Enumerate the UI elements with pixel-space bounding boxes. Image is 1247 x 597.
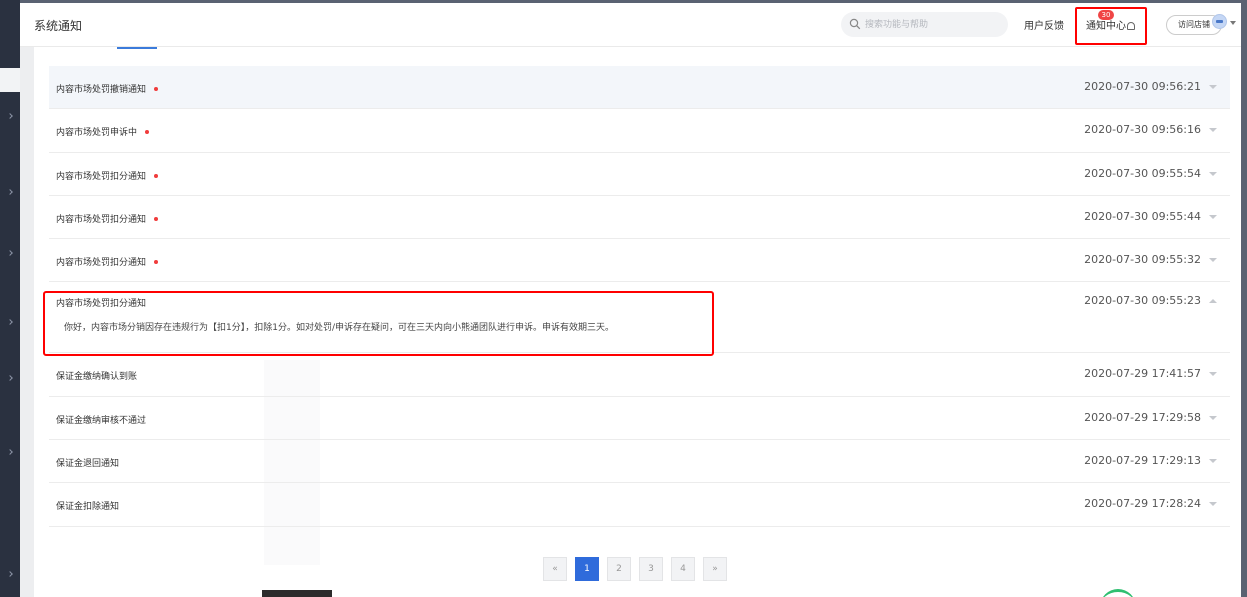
notification-title: 保证金退回通知 [56, 459, 120, 470]
sidebar-chevron-icon[interactable] [7, 250, 13, 256]
notification-row[interactable]: 内容市场处罚扣分通知 2020-07-30 09:55:54 [49, 153, 1230, 196]
notification-title-wrap: 内容市场处罚申诉中 [56, 125, 150, 139]
notification-title: 内容市场处罚扣分通知 [56, 258, 147, 269]
notification-title: 保证金缴纳审核不通过 [56, 415, 147, 426]
notification-time: 2020-07-30 09:55:32 [1084, 253, 1201, 267]
notification-title: 保证金缴纳确认到账 [56, 372, 138, 383]
notification-title: 内容市场处罚扣分通知 [56, 171, 147, 182]
chevron-down-icon[interactable] [1209, 459, 1217, 464]
notification-time: 2020-07-29 17:28:24 [1084, 497, 1201, 511]
notification-row[interactable]: 保证金缴纳审核不通过 2020-07-29 17:29:58 [49, 397, 1230, 441]
notification-time: 2020-07-29 17:29:58 [1084, 410, 1201, 424]
chevron-down-icon[interactable] [1209, 372, 1217, 377]
chevron-down-icon[interactable] [1209, 85, 1217, 89]
notification-time: 2020-07-29 17:41:57 [1084, 367, 1201, 381]
notification-time: 2020-07-30 09:56:16 [1084, 123, 1201, 137]
chevron-down-icon[interactable] [1209, 258, 1217, 263]
notification-title: 保证金扣除通知 [56, 502, 120, 513]
highlight-box-notification-center [1075, 7, 1147, 45]
chevron-down-icon[interactable] [1209, 214, 1217, 219]
sidebar-chevron-icon[interactable] [7, 449, 13, 455]
unread-dot-icon [154, 260, 159, 265]
notification-row[interactable]: 内容市场处罚扣分通知 2020-07-30 09:55:44 [49, 196, 1230, 240]
page-button-1[interactable]: 1 [575, 557, 599, 581]
page-button-2[interactable]: 2 [607, 557, 631, 581]
notification-time: 2020-07-29 17:29:13 [1084, 454, 1201, 468]
page-button-4[interactable]: 4 [671, 557, 695, 581]
sidebar-chevron-icon[interactable] [7, 571, 13, 577]
chevron-down-icon[interactable] [1209, 171, 1217, 176]
chevron-down-icon[interactable] [1209, 415, 1217, 420]
page-button-3[interactable]: 3 [639, 557, 663, 581]
notification-title: 内容市场处罚申诉中 [56, 128, 138, 139]
sidebar-chevron-icon[interactable] [7, 319, 13, 325]
sidebar [0, 0, 20, 597]
notification-time: 2020-07-30 09:55:54 [1084, 166, 1201, 180]
active-tab-indicator [117, 47, 157, 49]
sidebar-active-item[interactable] [0, 68, 20, 92]
search-input[interactable] [865, 15, 1001, 34]
notification-title-wrap: 内容市场处罚扣分通知 [56, 212, 159, 225]
notification-title-wrap: 内容市场处罚撤销通知 [56, 82, 159, 95]
unread-dot-icon [145, 130, 150, 135]
background-fragment [262, 590, 332, 597]
chevron-down-icon[interactable] [1209, 128, 1217, 133]
notification-row[interactable]: 内容市场处罚撤销通知 2020-07-30 09:56:21 [49, 66, 1230, 110]
notification-row[interactable]: 保证金扣除通知 2020-07-29 17:28:24 [49, 483, 1230, 527]
prev-page-button[interactable]: « [543, 557, 567, 581]
sidebar-chevron-icon[interactable] [7, 375, 13, 381]
search-icon [849, 18, 861, 30]
notification-title: 内容市场处罚撤销通知 [56, 85, 147, 95]
page-title: 系统通知 [34, 19, 83, 33]
unread-dot-icon [154, 87, 159, 91]
next-page-button[interactable]: » [703, 557, 727, 581]
chevron-down-icon[interactable] [1209, 502, 1217, 507]
notification-row[interactable]: 内容市场处罚扣分通知 2020-07-30 09:55:32 [49, 239, 1230, 283]
highlight-box-expanded-notification [43, 291, 714, 356]
window-right-border [1241, 0, 1247, 597]
notification-title: 内容市场处罚扣分通知 [56, 214, 147, 225]
user-feedback-link[interactable]: 用户反馈 [1024, 17, 1064, 32]
top-header: 系统通知 用户反馈 通知中心 30 访问店铺 [20, 3, 1241, 47]
chevron-up-icon[interactable] [1209, 299, 1217, 304]
notification-title-wrap: 内容市场处罚扣分通知 [56, 169, 159, 182]
unread-dot-icon [154, 216, 159, 221]
notification-title-wrap: 内容市场处罚扣分通知 [56, 255, 159, 269]
notification-time: 2020-07-30 09:55:44 [1084, 209, 1201, 223]
notification-row[interactable]: 保证金缴纳确认到账 2020-07-29 17:41:57 [49, 353, 1230, 397]
sidebar-chevron-icon[interactable] [7, 189, 13, 195]
chevron-down-icon[interactable] [1230, 21, 1236, 25]
notification-time: 2020-07-30 09:55:23 [1084, 294, 1201, 308]
sidebar-chevron-icon[interactable] [7, 113, 13, 119]
notification-time: 2020-07-30 09:56:21 [1084, 80, 1201, 93]
notification-row[interactable]: 内容市场处罚申诉中 2020-07-30 09:56:16 [49, 109, 1230, 153]
search-box[interactable] [841, 12, 1008, 37]
notification-row[interactable]: 保证金退回通知 2020-07-29 17:29:13 [49, 440, 1230, 484]
unread-dot-icon [154, 173, 159, 178]
avatar[interactable] [1212, 14, 1227, 29]
